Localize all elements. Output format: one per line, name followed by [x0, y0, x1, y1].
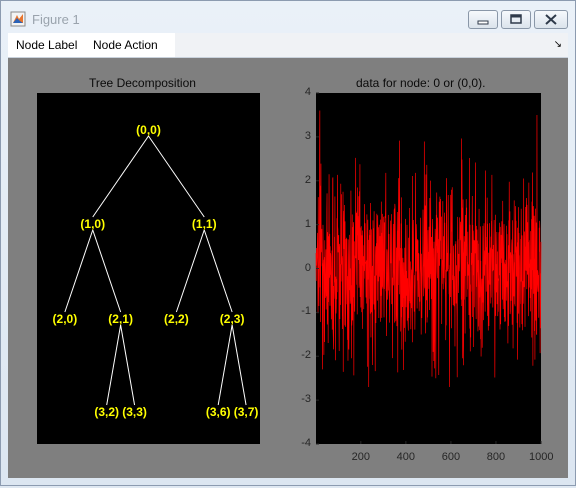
x-tick-label: 800	[486, 451, 506, 463]
menu-bar-spacer	[175, 33, 568, 57]
y-tick-label: 2	[304, 173, 311, 186]
tree-axes-title: Tree Decomposition	[89, 76, 196, 90]
tree-node-label[interactable]: (3,6)	[206, 405, 231, 419]
tree-node-label[interactable]: (1,0)	[80, 217, 105, 231]
tree-edge	[203, 229, 233, 313]
menu-node-label[interactable]: Node Label	[16, 38, 77, 52]
window-title: Figure 1	[32, 12, 80, 27]
menu-bar: Node Label Node Action ↘	[8, 33, 568, 58]
close-button[interactable]	[534, 10, 568, 29]
y-tick-label: -3	[301, 393, 311, 406]
title-bar[interactable]: Figure 1	[1, 1, 575, 31]
tree-plot: (0,0) (1,0) (1,1) (2,0) (2,1) (2,2) (2,3) (3,2)…	[53, 123, 259, 419]
tree-edge	[217, 324, 233, 406]
y-tick-label: -2	[301, 349, 311, 362]
tree-edge	[175, 229, 205, 313]
maximize-icon	[510, 14, 522, 24]
close-icon	[545, 14, 557, 25]
y-tick-label: 0	[304, 261, 311, 274]
tree-edge	[64, 229, 94, 313]
tree-node-label[interactable]: (2,3)	[220, 312, 245, 326]
tree-edge	[92, 135, 149, 218]
tree-edge	[231, 324, 247, 406]
tree-axes[interactable]: (0,0) (1,0) (1,1) (2,0) (2,1) (2,2) (2,3) (3,2)…	[37, 93, 260, 444]
x-tick-label: 600	[441, 451, 461, 463]
figure-window: Figure 1 Node Label Node Action ↘ Tree D…	[0, 0, 576, 486]
x-tick-label: 1000	[529, 451, 554, 463]
tree-node-label[interactable]: (3,3)	[122, 405, 147, 419]
x-tick-label: 400	[396, 451, 416, 463]
y-tick-label: -1	[301, 305, 311, 318]
menu-node-action[interactable]: Node Action	[93, 38, 158, 52]
tree-edge	[148, 135, 205, 218]
signal-plot[interactable]	[298, 88, 548, 488]
tree-edge	[106, 324, 122, 406]
dock-arrow-icon[interactable]: ↘	[554, 39, 562, 50]
tree-node-label[interactable]: (3,7)	[234, 405, 259, 419]
tree-node-label[interactable]: (1,1)	[192, 217, 217, 231]
y-tick-label: -4	[301, 437, 311, 449]
minimize-button[interactable]	[468, 10, 498, 29]
minimize-icon	[477, 20, 489, 25]
tree-edge	[120, 324, 136, 406]
tree-node-label[interactable]: (2,1)	[108, 312, 133, 326]
matlab-figure-icon	[10, 11, 26, 27]
y-tick-label: 3	[304, 129, 311, 142]
tree-node-label[interactable]: (2,0)	[53, 312, 78, 326]
maximize-button[interactable]	[501, 10, 531, 29]
x-tick-label: 200	[351, 451, 370, 463]
y-tick-label: 1	[304, 217, 311, 230]
y-tick-label: 4	[304, 86, 311, 98]
tree-node-label[interactable]: (3,2)	[94, 405, 119, 419]
figure-canvas: Tree Decomposition (0,0) (1,0) (1,1) (2,0)(…	[8, 58, 568, 478]
tree-edge	[92, 229, 122, 313]
tree-node-label[interactable]: (0,0)	[136, 123, 161, 137]
tree-node-label[interactable]: (2,2)	[164, 312, 189, 326]
